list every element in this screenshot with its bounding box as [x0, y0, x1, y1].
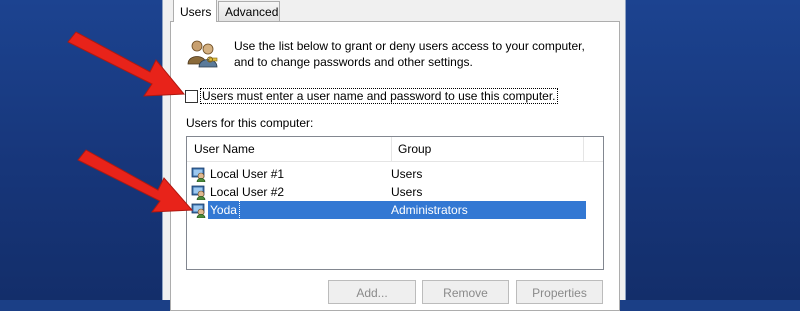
users-list-caption: Users for this computer:	[186, 116, 314, 130]
user-row[interactable]: Local User #1 Users	[189, 165, 586, 183]
users-tab-panel: Use the list below to grant or deny user…	[170, 21, 620, 311]
users-list[interactable]: User Name Group Local User #1 Users Loca…	[186, 136, 604, 270]
intro-text: Use the list below to grant or deny user…	[234, 39, 585, 69]
user-actions-bar: Add... Remove Properties	[171, 280, 621, 310]
tab-strip: Users Advanced	[170, 0, 620, 22]
tab-advanced[interactable]: Advanced	[218, 1, 280, 21]
column-header-group[interactable]: Group	[391, 137, 583, 161]
user-group: Administrators	[391, 203, 468, 217]
user-properties-button[interactable]: Properties	[516, 280, 603, 304]
column-header-filler	[583, 137, 604, 161]
user-group: Users	[391, 185, 423, 199]
user-accounts-dialog: Users Advanced Use the list below to gra…	[162, 0, 626, 311]
user-name: Local User #1	[210, 167, 285, 181]
user-row[interactable]: Local User #2 Users	[189, 183, 586, 201]
users-group-icon	[187, 40, 218, 68]
user-name: Yoda	[207, 200, 240, 220]
user-group: Users	[391, 167, 423, 181]
user-name: Local User #2	[210, 185, 285, 199]
require-login-label[interactable]: Users must enter a user name and passwor…	[200, 88, 558, 104]
users-list-header: User Name Group	[187, 137, 603, 162]
annotation-arrow-icon	[77, 149, 194, 213]
annotation-arrow-icon	[67, 31, 186, 97]
remove-user-button[interactable]: Remove	[422, 280, 509, 304]
add-user-button[interactable]: Add...	[328, 280, 416, 304]
user-row-selected[interactable]: Yoda Administrators	[189, 200, 586, 220]
tab-users[interactable]: Users	[173, 0, 217, 22]
column-header-user-name[interactable]: User Name	[194, 137, 255, 161]
